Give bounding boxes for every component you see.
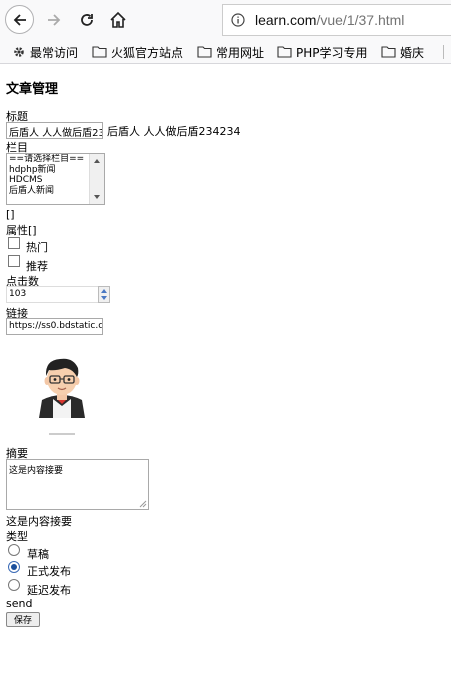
reload-button[interactable] [72, 5, 102, 35]
url-path: /vue/1/37.html [316, 12, 405, 28]
publish-radio[interactable] [8, 561, 20, 573]
hot-checkbox-label: 热门 [26, 241, 48, 254]
category-echo: [] [6, 208, 15, 221]
bookmark-separator [443, 45, 444, 59]
back-button[interactable] [5, 5, 34, 34]
draft-radio-label: 草稿 [27, 548, 49, 561]
category-scrollbar[interactable] [89, 154, 104, 204]
title-echo: 后盾人 人人做后盾234234 [107, 125, 241, 138]
summary-echo: 这是内容接要 [6, 515, 72, 528]
save-button[interactable]: 保存 [6, 612, 40, 627]
bookmark-most-visited[interactable]: 最常访问 [12, 43, 78, 61]
stepper-up-icon[interactable] [101, 289, 107, 293]
bookmark-label: 常用网址 [216, 45, 265, 60]
publish-radio-label: 正式发布 [27, 565, 71, 578]
clicks-input[interactable]: 103 [6, 286, 110, 303]
forward-button[interactable] [39, 5, 69, 35]
folder-icon [277, 46, 292, 58]
category-select[interactable]: ==请选择栏目== hdphp新闻 HDCMS 后盾人新闻 [6, 153, 105, 205]
forward-icon [48, 14, 61, 26]
bookmark-php-learning[interactable]: PHP学习专用 [277, 43, 368, 61]
draft-radio[interactable] [8, 544, 20, 556]
scroll-up-icon[interactable] [94, 159, 100, 163]
url-host: learn.com [255, 12, 317, 28]
reload-icon [81, 14, 93, 26]
attr-label: 属性[] [6, 224, 37, 237]
url-bar[interactable]: learn.com/vue/1/37.html [222, 4, 451, 36]
summary-textarea[interactable]: 这是内容接要 [6, 459, 149, 510]
folder-icon [197, 46, 212, 58]
title-input[interactable]: 后盾人 人人做后盾234234 [6, 122, 103, 139]
info-icon[interactable] [231, 13, 245, 27]
gear-icon [14, 47, 24, 57]
bookmark-label: 最常访问 [30, 45, 79, 60]
stepper-down-icon[interactable] [101, 296, 107, 300]
scroll-down-icon[interactable] [94, 195, 100, 199]
folder-icon [381, 46, 396, 58]
type-label: 类型 [6, 530, 28, 543]
page-title: 文章管理 [6, 82, 59, 97]
delay-radio[interactable] [8, 579, 20, 591]
bookmark-label: 火狐官方站点 [111, 45, 184, 60]
home-icon [110, 11, 126, 28]
browser-toolbar: learn.com/vue/1/37.html [0, 0, 451, 40]
avatar-image [33, 346, 91, 441]
folder-icon [92, 46, 107, 58]
delay-radio-label: 延迟发布 [27, 584, 71, 597]
bookmarks-bar: 最常访问 火狐官方站点 常用网址 PHP学习专用 婚庆 [0, 40, 451, 64]
hot-checkbox[interactable] [8, 237, 20, 249]
bookmark-label: PHP学习专用 [296, 45, 368, 60]
back-icon [13, 13, 26, 26]
home-button[interactable] [103, 5, 133, 35]
link-input[interactable]: https://ss0.bdstatic.com [6, 318, 103, 335]
recommend-checkbox-label: 推荐 [26, 260, 48, 273]
recommend-checkbox[interactable] [8, 255, 20, 267]
clicks-stepper[interactable] [98, 286, 110, 303]
type-echo: send [6, 597, 33, 610]
bookmark-wedding[interactable]: 婚庆 [381, 43, 424, 61]
bookmark-label: 婚庆 [400, 45, 425, 60]
bookmark-common-sites[interactable]: 常用网址 [197, 43, 264, 61]
bookmark-firefox-official[interactable]: 火狐官方站点 [92, 43, 183, 61]
resize-grip-icon[interactable] [137, 498, 147, 508]
